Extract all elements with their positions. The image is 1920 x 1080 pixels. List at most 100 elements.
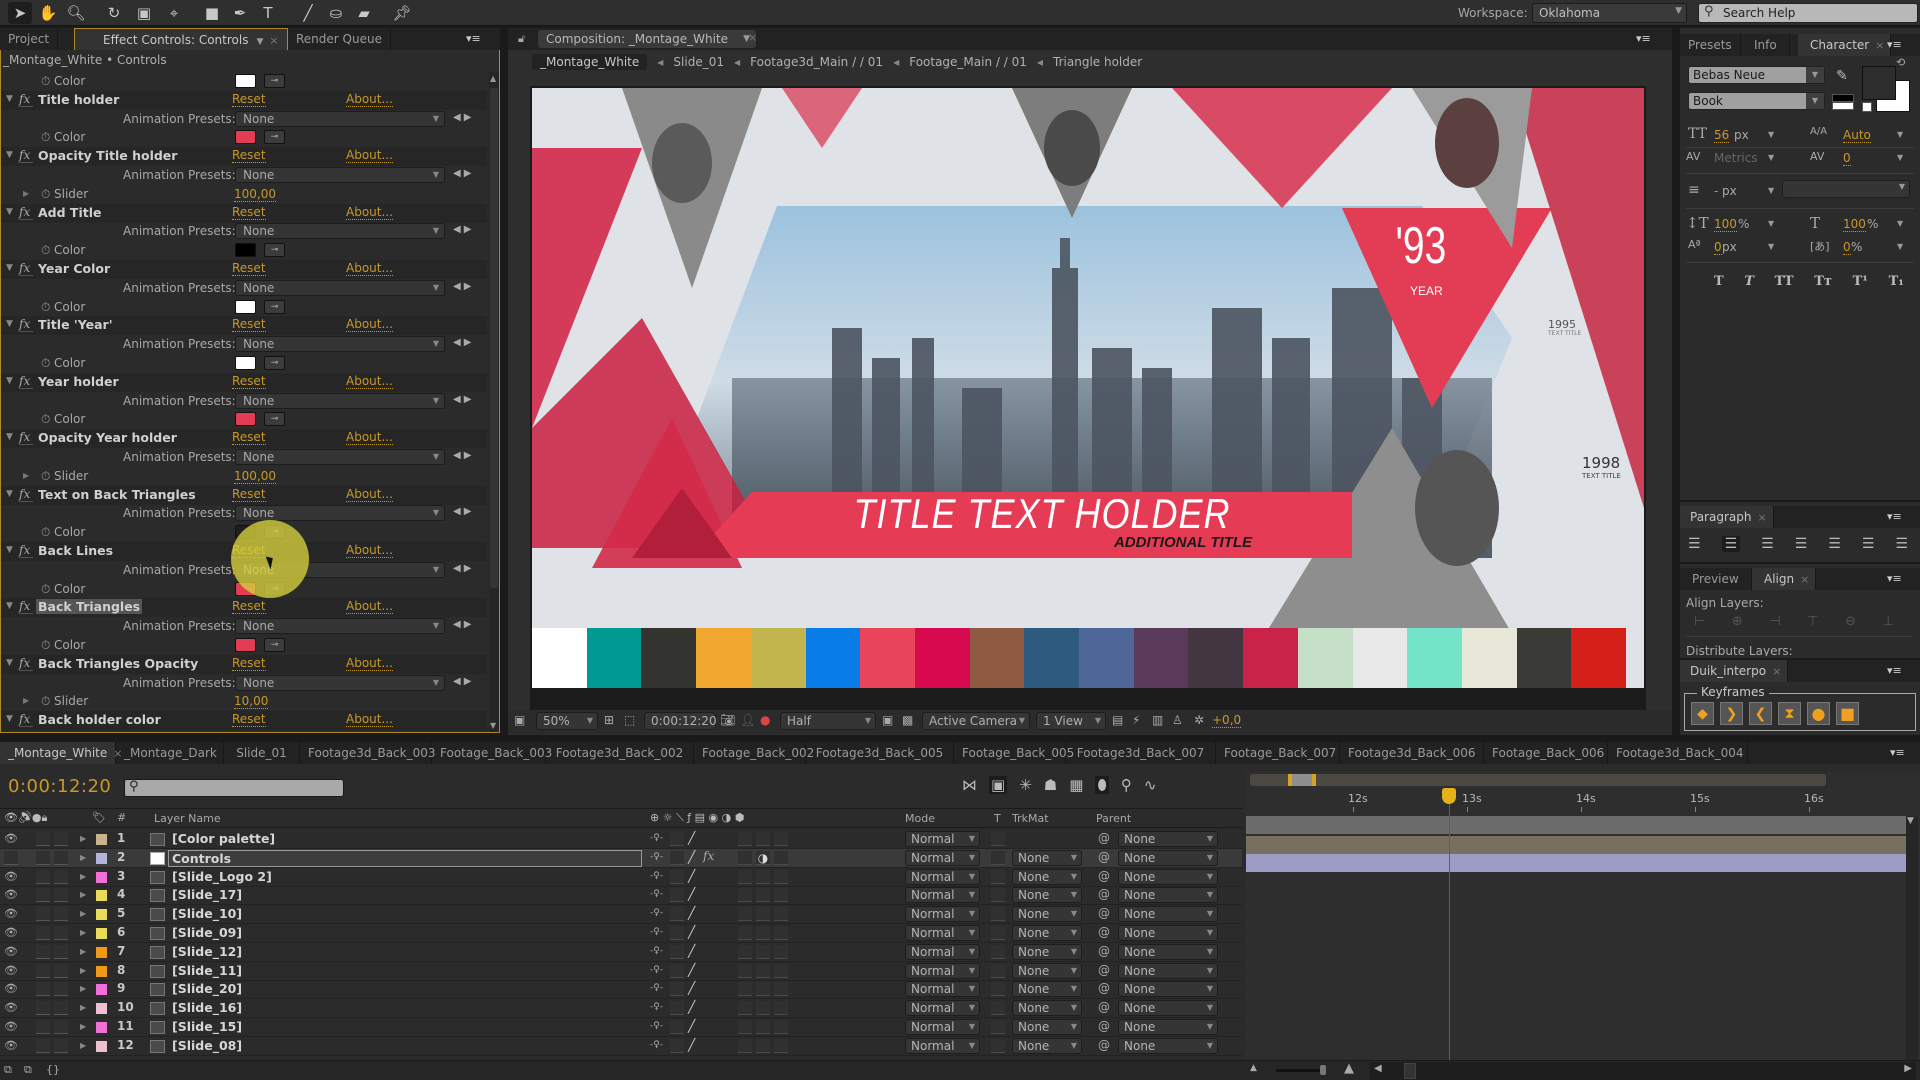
shy-switch-icon[interactable]: -♀- (650, 833, 663, 843)
expand-triangle-icon[interactable]: ▼ (6, 658, 13, 668)
preserve-transparency-toggle[interactable] (991, 1020, 1005, 1034)
preserve-transparency-toggle[interactable] (991, 926, 1005, 940)
label-color-swatch[interactable] (96, 946, 107, 958)
label-color-swatch[interactable] (96, 965, 107, 977)
lock-toggle[interactable] (54, 869, 68, 884)
quality-switch-icon[interactable]: ╱ (688, 944, 695, 958)
justify-center-icon[interactable]: ☰ (1828, 536, 1841, 552)
tab-preview[interactable]: Preview (1680, 568, 1752, 590)
quality-switch-icon[interactable]: ╱ (688, 963, 695, 977)
about-link[interactable]: About... (346, 205, 393, 220)
timeline-tab[interactable]: Footage_Back_002 (694, 742, 814, 764)
chevron-down-icon[interactable]: ▼ (1768, 242, 1774, 251)
composition-viewer[interactable]: TITLE TEXT HOLDER ADDITIONAL TITLE '93 Y… (530, 86, 1646, 710)
pick-whip-icon[interactable]: @ (1098, 831, 1110, 845)
adjustment-layer-switch[interactable] (756, 907, 770, 922)
timeline-hscroll[interactable]: ◀ ▶ (1370, 1062, 1916, 1080)
eye-visibility-icon[interactable]: 👁︎ (4, 1039, 18, 1052)
tab-composition[interactable]: Composition: _Montage_White ▼ (538, 30, 757, 48)
fx-icon[interactable]: fx (19, 430, 33, 446)
tsume-value[interactable]: 0 (1843, 240, 1851, 255)
layer-name[interactable]: Controls (168, 849, 642, 867)
stopwatch-icon[interactable]: ⏱︎ (41, 300, 50, 315)
expand-triangle-icon[interactable]: ▶ (80, 909, 86, 918)
3d-layer-switch[interactable] (774, 1020, 788, 1034)
lock-icon[interactable]: 🔓︎ (518, 32, 525, 46)
animation-presets-select[interactable]: None ▼ (235, 505, 445, 522)
expand-triangle-icon[interactable]: ▶ (23, 189, 29, 198)
slider-value[interactable]: 100,00 (234, 469, 276, 484)
solo-toggle[interactable] (36, 907, 50, 922)
tab-duik[interactable]: Duik_interpo × (1680, 660, 1789, 682)
animation-presets-select[interactable]: None ▼ (235, 223, 445, 240)
frame-blend-switch[interactable] (738, 963, 752, 978)
preserve-transparency-toggle[interactable] (991, 963, 1005, 978)
expand-triangle-icon[interactable]: ▼ (6, 207, 13, 217)
lock-toggle[interactable] (54, 888, 68, 903)
layer-row[interactable]: 👁︎ ▶ 10 [Slide_16] -♀- ╱ Normal ▼ None ▼ @… (0, 999, 1242, 1019)
track-matte-select[interactable]: None ▼ (1012, 925, 1082, 941)
expand-triangle-icon[interactable]: ▶ (80, 1041, 86, 1050)
label-color-swatch[interactable] (96, 1040, 107, 1052)
eyedropper-icon[interactable]: ⊸ (264, 74, 285, 88)
expand-triangle-icon[interactable]: ▼ (6, 489, 13, 499)
fx-icon[interactable]: fx (19, 261, 33, 276)
stroke-width-value[interactable]: - (1714, 184, 1718, 198)
effect-name[interactable]: Title 'Year' (36, 317, 115, 332)
type-tool-icon[interactable]: T (256, 2, 280, 24)
label-color-swatch[interactable] (96, 890, 107, 902)
preset-prev-next-icons[interactable]: ◀▶ (453, 112, 474, 123)
pick-whip-icon[interactable]: @ (1098, 1019, 1110, 1033)
pick-whip-icon[interactable]: @ (1098, 1038, 1110, 1052)
preserve-transparency-toggle[interactable] (991, 982, 1005, 997)
3d-layer-switch[interactable] (774, 926, 788, 940)
expand-triangle-icon[interactable]: ▶ (80, 928, 86, 937)
timeline-current-time[interactable]: 0:00:12:20 (8, 776, 111, 797)
eye-visibility-icon[interactable]: 👁︎ (4, 832, 18, 845)
shy-switch-icon[interactable]: -♀- (650, 871, 663, 881)
scrollbar-thumb[interactable] (490, 88, 498, 588)
blend-mode-select[interactable]: Normal ▼ (905, 1019, 980, 1035)
rotation-tool-icon[interactable]: ↻ (102, 2, 126, 24)
stopwatch-icon[interactable]: ⏱︎ (41, 694, 50, 709)
track-matte-select[interactable]: None ▼ (1012, 887, 1082, 904)
timeline-tab[interactable]: _Montage_White × (0, 742, 122, 764)
tab-align[interactable]: Align × (1752, 568, 1817, 590)
preset-prev-next-icons[interactable]: ◀▶ (453, 394, 474, 405)
track-matte-select[interactable]: None ▼ (1012, 1019, 1082, 1035)
solo-toggle[interactable] (36, 963, 50, 978)
about-link[interactable]: About... (346, 430, 393, 446)
parent-select[interactable]: None ▼ (1118, 981, 1218, 998)
current-time-indicator-head[interactable] (1442, 788, 1456, 804)
animation-presets-select[interactable]: None ▼ (235, 449, 445, 465)
stopwatch-icon[interactable]: ⏱︎ (41, 243, 50, 258)
stopwatch-icon[interactable]: ⏱︎ (41, 74, 50, 89)
about-link[interactable]: About... (346, 712, 393, 728)
timeline-tab[interactable]: _Montage_Dark (116, 742, 224, 764)
hscroll-thumb[interactable] (1404, 1063, 1416, 1079)
align-left-edges-icon[interactable]: ⊢ (1694, 614, 1705, 629)
expand-triangle-icon[interactable]: ▼ (6, 714, 13, 724)
pan-behind-tool-icon[interactable]: ⌖ (162, 2, 186, 24)
stopwatch-icon[interactable]: ⏱︎ (41, 525, 50, 540)
close-icon[interactable]: × (1800, 573, 1809, 586)
panel-menu-icon[interactable]: ▾≡ (466, 32, 481, 45)
about-link[interactable]: About... (346, 656, 393, 671)
expand-triangle-icon[interactable]: ▶ (80, 872, 86, 881)
current-time-field[interactable]: 0:00:12:20 (644, 712, 717, 730)
solo-toggle[interactable] (36, 944, 50, 959)
eyedropper-icon[interactable]: ⊸ (264, 299, 285, 314)
graph-editor-icon[interactable]: ∿ (1144, 776, 1157, 794)
kerning-value[interactable]: Metrics (1714, 151, 1758, 165)
frame-blend-switch[interactable] (738, 982, 752, 997)
timeline-tab[interactable]: Footage_Back_007 (1216, 742, 1340, 764)
align-center-icon[interactable]: ☰ (1721, 536, 1741, 552)
resolution-select[interactable]: Half ▼ (780, 712, 876, 730)
font-size-value[interactable]: 56 (1714, 128, 1730, 143)
solo-toggle[interactable] (36, 1038, 50, 1053)
3d-layer-switch[interactable] (774, 944, 788, 959)
expand-triangle-icon[interactable]: ▶ (80, 853, 86, 862)
reset-link[interactable]: Reset (232, 374, 266, 389)
3d-layer-switch[interactable] (774, 869, 788, 884)
blend-mode-select[interactable]: Normal ▼ (905, 943, 980, 960)
